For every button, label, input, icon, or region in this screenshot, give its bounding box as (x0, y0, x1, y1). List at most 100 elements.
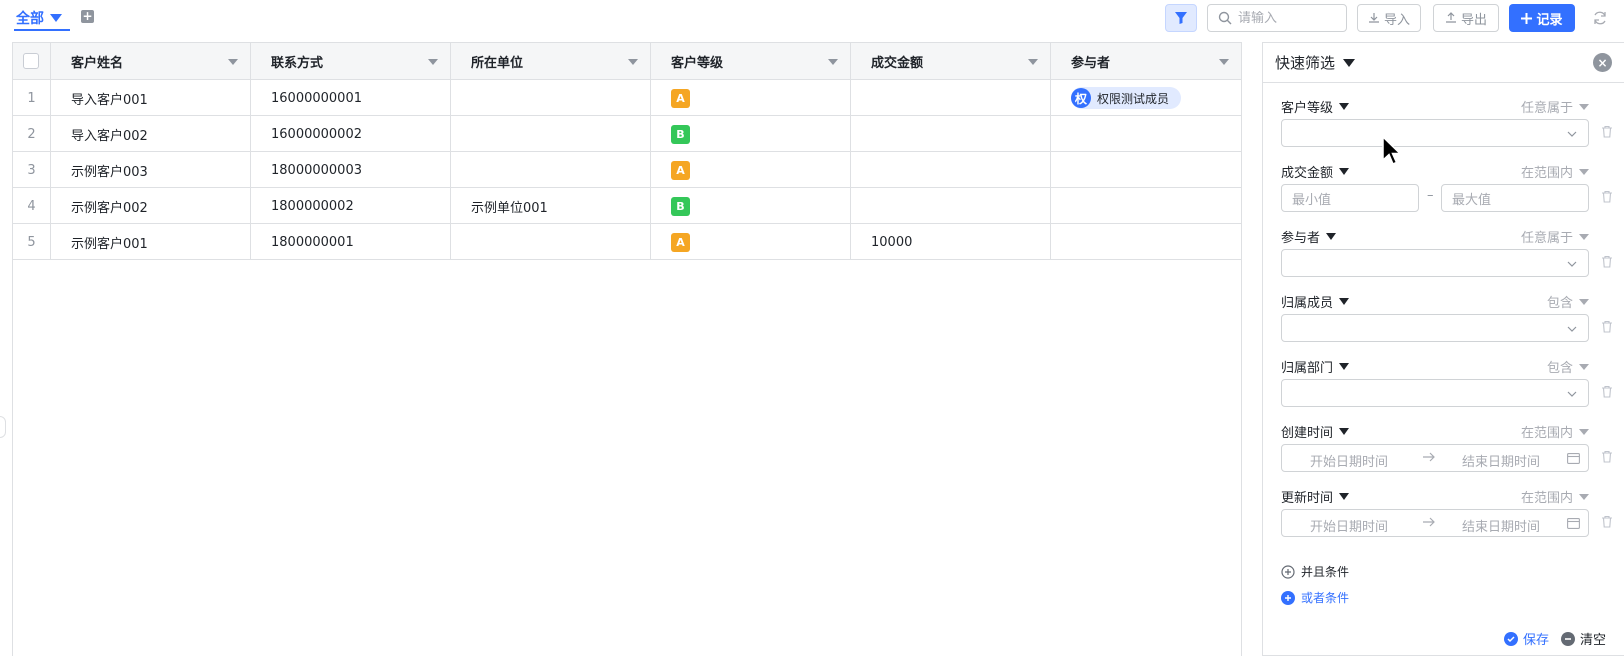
filter-title-dropdown-icon[interactable] (1343, 58, 1356, 67)
cell-name[interactable]: 导入客户002 (51, 116, 251, 152)
cell-company[interactable] (451, 116, 651, 152)
delete-condition-icon[interactable] (1601, 450, 1613, 467)
export-button[interactable]: 导出 (1433, 4, 1499, 32)
cell-level[interactable]: A (651, 80, 851, 116)
cell-participant[interactable]: 权权限测试成员 (1051, 80, 1241, 116)
field-dropdown-icon[interactable] (1339, 298, 1350, 305)
cell-name[interactable]: 示例客户002 (51, 188, 251, 224)
cell-level[interactable]: A (651, 152, 851, 188)
clear-button[interactable]: 清空 (1560, 629, 1606, 648)
filter-operator[interactable]: 在范围内 (1515, 162, 1589, 181)
delete-condition-icon[interactable] (1601, 385, 1613, 402)
filter-value-select[interactable] (1281, 314, 1589, 342)
filter-field-label[interactable]: 客户等级 (1281, 97, 1350, 116)
field-dropdown-icon[interactable] (1339, 103, 1350, 110)
column-header-company[interactable]: 所在单位 (451, 43, 651, 80)
cell-phone[interactable]: 16000000002 (251, 116, 451, 152)
filter-operator[interactable]: 在范围内 (1515, 422, 1589, 441)
cell-company[interactable] (451, 224, 651, 260)
cell-phone[interactable]: 16000000001 (251, 80, 451, 116)
table-row[interactable]: 1 导入客户001 16000000001 A 权权限测试成员 (13, 80, 1241, 116)
cell-amount[interactable] (851, 116, 1051, 152)
add-view-icon[interactable]: + (81, 10, 94, 23)
column-header-phone[interactable]: 联系方式 (251, 43, 451, 80)
column-header-name[interactable]: 客户姓名 (51, 43, 251, 80)
filter-field-label[interactable]: 更新时间 (1281, 487, 1350, 506)
column-header-participant[interactable]: 参与者 (1051, 43, 1241, 80)
filter-operator[interactable]: 任意属于 (1515, 97, 1589, 116)
filter-operator[interactable]: 任意属于 (1515, 227, 1589, 246)
field-dropdown-icon[interactable] (1339, 168, 1350, 175)
column-menu-icon[interactable] (628, 59, 638, 65)
close-icon[interactable]: × (1593, 53, 1612, 72)
cell-participant[interactable] (1051, 116, 1241, 152)
cell-company[interactable] (451, 152, 651, 188)
table-row[interactable]: 5 示例客户001 1800000001 A 10000 (13, 224, 1241, 260)
table-row[interactable]: 3 示例客户003 18000000003 A (13, 152, 1241, 188)
cell-company[interactable]: 示例单位001 (451, 188, 651, 224)
cell-level[interactable]: B (651, 116, 851, 152)
cell-name[interactable]: 导入客户001 (51, 80, 251, 116)
range-max-input[interactable]: 最大值 (1441, 184, 1589, 212)
filter-field-label[interactable]: 成交金额 (1281, 162, 1350, 181)
cell-participant[interactable] (1051, 152, 1241, 188)
add-and-condition[interactable]: 并且条件 (1281, 563, 1349, 580)
filter-toggle-button[interactable] (1165, 4, 1197, 32)
cell-phone[interactable]: 18000000003 (251, 152, 451, 188)
search-box[interactable] (1207, 4, 1347, 32)
range-min-input[interactable]: 最小值 (1281, 184, 1419, 212)
field-dropdown-icon[interactable] (1339, 363, 1350, 370)
table-row[interactable]: 4 示例客户002 1800000002 示例单位001 B (13, 188, 1241, 224)
delete-condition-icon[interactable] (1601, 125, 1613, 142)
filter-field-label[interactable]: 归属部门 (1281, 357, 1350, 376)
column-menu-icon[interactable] (828, 59, 838, 65)
cell-name[interactable]: 示例客户001 (51, 224, 251, 260)
delete-condition-icon[interactable] (1601, 190, 1613, 207)
add-record-button[interactable]: 记录 (1509, 4, 1575, 32)
field-dropdown-icon[interactable] (1339, 493, 1350, 500)
cell-participant[interactable] (1051, 224, 1241, 260)
cell-level[interactable]: B (651, 188, 851, 224)
cell-amount[interactable] (851, 152, 1051, 188)
select-all-checkbox[interactable] (23, 53, 39, 69)
view-dropdown-icon[interactable] (50, 14, 62, 22)
cell-phone[interactable]: 1800000001 (251, 224, 451, 260)
filter-value-select[interactable] (1281, 249, 1589, 277)
cell-participant[interactable] (1051, 188, 1241, 224)
field-dropdown-icon[interactable] (1339, 428, 1350, 435)
delete-condition-icon[interactable] (1601, 515, 1613, 532)
filter-field-label[interactable]: 归属成员 (1281, 292, 1350, 311)
column-header-amount[interactable]: 成交金额 (851, 43, 1051, 80)
column-menu-icon[interactable] (1219, 59, 1229, 65)
filter-operator[interactable]: 包含 (1515, 357, 1589, 376)
filter-value-select[interactable] (1281, 379, 1589, 407)
cell-phone[interactable]: 1800000002 (251, 188, 451, 224)
cell-amount[interactable] (851, 188, 1051, 224)
delete-condition-icon[interactable] (1601, 255, 1613, 272)
column-header-level[interactable]: 客户等级 (651, 43, 851, 80)
cell-amount[interactable] (851, 80, 1051, 116)
date-range-picker[interactable]: 开始日期时间 结束日期时间 (1281, 444, 1589, 472)
search-input[interactable] (1238, 10, 1334, 26)
column-menu-icon[interactable] (228, 59, 238, 65)
refresh-icon[interactable] (1590, 8, 1610, 28)
add-or-condition[interactable]: 或者条件 (1281, 589, 1349, 606)
view-tab-all[interactable]: 全部 (16, 6, 62, 30)
table-row[interactable]: 2 导入客户002 16000000002 B (13, 116, 1241, 152)
cell-company[interactable] (451, 80, 651, 116)
cell-level[interactable]: A (651, 224, 851, 260)
import-button[interactable]: 导入 (1357, 4, 1421, 32)
filter-field-label[interactable]: 创建时间 (1281, 422, 1350, 441)
cell-name[interactable]: 示例客户003 (51, 152, 251, 188)
save-button[interactable]: 保存 (1503, 629, 1549, 648)
column-menu-icon[interactable] (428, 59, 438, 65)
filter-value-select[interactable] (1281, 119, 1589, 147)
column-menu-icon[interactable] (1028, 59, 1038, 65)
date-range-picker[interactable]: 开始日期时间 结束日期时间 (1281, 509, 1589, 537)
filter-field-label[interactable]: 参与者 (1281, 227, 1337, 246)
filter-operator[interactable]: 在范围内 (1515, 487, 1589, 506)
sidebar-expand-handle[interactable] (0, 416, 6, 438)
field-dropdown-icon[interactable] (1326, 233, 1337, 240)
delete-condition-icon[interactable] (1601, 320, 1613, 337)
cell-amount[interactable]: 10000 (851, 224, 1051, 260)
